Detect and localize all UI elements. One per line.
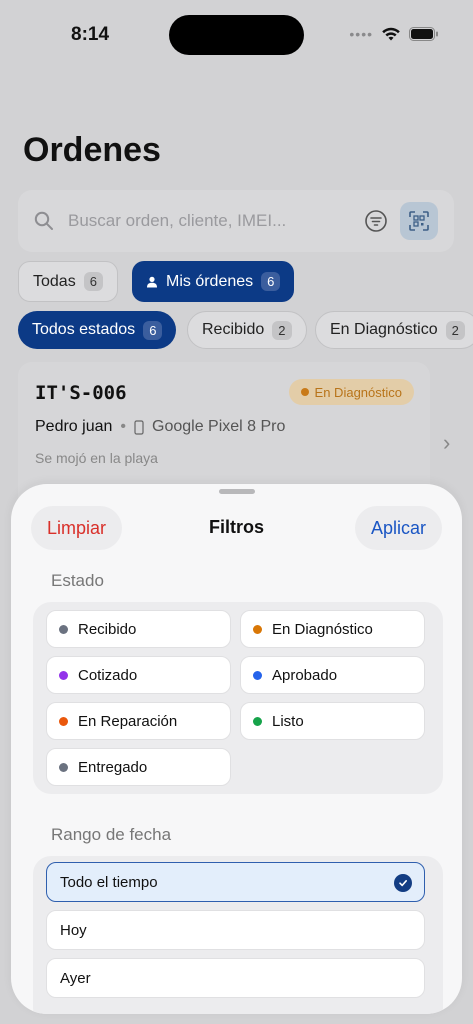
tab-label: Todas <box>33 272 76 290</box>
separator-dot: • <box>120 418 126 435</box>
status-dot-icon <box>59 670 68 680</box>
chip-label: En Diagnóstico <box>330 321 438 338</box>
option-label: Listo <box>272 712 304 730</box>
status-badge-label: En Diagnóstico <box>314 384 402 400</box>
chip-status-diagnostico[interactable]: En Diagnóstico 2 <box>315 311 473 349</box>
status-option-cotizado[interactable]: Cotizado <box>46 656 231 694</box>
scan-button[interactable] <box>400 202 438 240</box>
chip-label: Recibido <box>202 321 265 338</box>
status-option-entregado[interactable]: Entregado <box>46 748 231 786</box>
phone-icon <box>134 419 144 435</box>
count-badge: 6 <box>261 272 281 291</box>
date-range-options: Todo el tiempo Hoy Ayer <box>33 856 443 1014</box>
option-label: Cotizado <box>78 666 138 684</box>
status-dot-icon <box>253 670 262 680</box>
status-time: 8:14 <box>71 24 110 45</box>
status-dot-icon <box>253 716 262 726</box>
chip-label: Todos estados <box>32 321 136 338</box>
search-input[interactable]: Buscar orden, cliente, IMEI... <box>68 211 362 231</box>
option-label: Aprobado <box>272 666 338 684</box>
status-option-diagnostico[interactable]: En Diagnóstico <box>240 610 425 648</box>
status-dot-icon <box>59 624 68 634</box>
filter-icon <box>365 210 387 232</box>
count-badge: 6 <box>143 320 163 340</box>
option-label: Ayer <box>60 969 91 987</box>
option-label: En Reparación <box>78 712 178 730</box>
date-option-today[interactable]: Hoy <box>46 910 425 950</box>
customer-name: Pedro juan <box>35 418 113 435</box>
chip-status-recibido[interactable]: Recibido 2 <box>187 311 307 349</box>
app-screen: 8:14 •••• Ordenes Buscar orden, cliente,… <box>0 0 473 1024</box>
status-option-recibido[interactable]: Recibido <box>46 610 231 648</box>
device-name: Google Pixel 8 Pro <box>152 418 286 435</box>
order-id: IT'S-006 <box>35 382 127 404</box>
date-option-all-time[interactable]: Todo el tiempo <box>46 862 425 902</box>
tab-my-orders[interactable]: Mis órdenes 6 <box>132 261 295 302</box>
filters-sheet: Limpiar Filtros Aplicar Estado Recibido … <box>11 484 462 1014</box>
option-label: Todo el tiempo <box>60 873 158 891</box>
option-label: En Diagnóstico <box>272 620 373 638</box>
chevron-right-icon: › <box>443 430 451 455</box>
chip-all-statuses[interactable]: Todos estados 6 <box>18 311 177 349</box>
status-dot-icon <box>59 716 68 726</box>
apply-button[interactable]: Aplicar <box>354 506 442 550</box>
option-label: Recibido <box>78 620 137 638</box>
count-badge: 2 <box>445 320 465 340</box>
battery-icon <box>409 27 438 41</box>
tab-label: Mis órdenes <box>166 272 254 290</box>
date-section-label: Rango de fecha <box>51 825 172 844</box>
person-icon <box>147 276 157 287</box>
page-title: Ordenes <box>23 131 161 169</box>
qr-scan-icon <box>409 211 429 231</box>
status-icons: •••• <box>349 26 439 42</box>
tab-all-orders[interactable]: Todas 6 <box>18 261 118 302</box>
dynamic-island <box>169 15 304 55</box>
customer-line: Pedro juan • Google Pixel 8 Pro <box>35 418 285 436</box>
status-dot-icon <box>300 388 309 396</box>
status-options: Recibido En Diagnóstico Cotizado Aprobad… <box>33 602 443 794</box>
status-badge: En Diagnóstico <box>288 379 414 405</box>
option-label: Entregado <box>78 758 148 776</box>
search-bar[interactable]: Buscar orden, cliente, IMEI... <box>18 190 454 252</box>
option-label: Hoy <box>60 921 87 939</box>
order-note: Se mojó en la playa <box>35 450 158 466</box>
status-dot-icon <box>59 762 68 772</box>
status-option-reparacion[interactable]: En Reparación <box>46 702 231 740</box>
wifi-icon <box>382 27 400 40</box>
date-option-yesterday[interactable]: Ayer <box>46 958 425 998</box>
checkmark-icon <box>394 874 412 892</box>
status-option-listo[interactable]: Listo <box>240 702 425 740</box>
sheet-grabber[interactable] <box>219 489 255 494</box>
count-badge: 6 <box>83 272 103 291</box>
status-section-label: Estado <box>51 571 104 590</box>
status-dot-icon <box>253 624 262 634</box>
status-option-aprobado[interactable]: Aprobado <box>240 656 425 694</box>
cellular-signal-icon: •••• <box>349 26 373 42</box>
filter-button[interactable] <box>362 207 390 235</box>
count-badge: 2 <box>272 320 292 340</box>
search-icon <box>34 211 53 230</box>
